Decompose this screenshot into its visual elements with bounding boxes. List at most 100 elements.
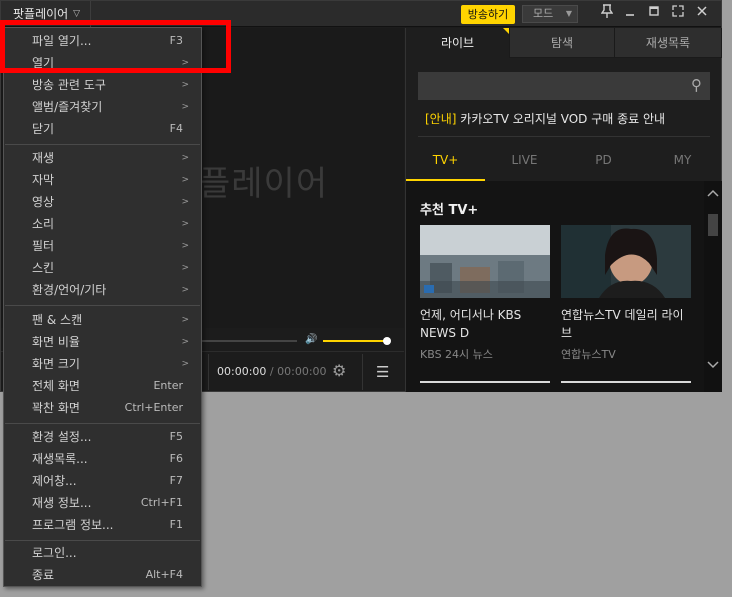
menu-item-shortcut: F6 — [169, 452, 183, 465]
video-card[interactable]: 연합뉴스TV 데일리 라이브 연합뉴스TV — [561, 225, 691, 362]
menu-item-label: 화면 크기 — [32, 357, 80, 371]
submenu-arrow-icon: > — [181, 263, 189, 273]
chevron-down-icon: ▽ — [73, 9, 80, 19]
notice-tag: [안내] — [425, 112, 457, 126]
menu-item-label: 팬 & 스캔 — [32, 313, 83, 327]
menu-item-control-panel[interactable]: 제어창... F7 — [4, 470, 201, 492]
video-card[interactable]: 언제, 어디서나 KBS NEWS D KBS 24시 뉴스 — [420, 225, 550, 362]
menu-item-label: 로그인... — [32, 546, 77, 560]
app-menu-button[interactable]: 팟플레이어 ▽ — [1, 1, 91, 27]
menu-item-open[interactable]: 열기 > — [4, 52, 201, 74]
thumbnail[interactable] — [561, 225, 691, 298]
menu-item-screen-size[interactable]: 화면 크기 > — [4, 353, 201, 375]
menu-item-open-file[interactable]: 파일 열기... F3 — [4, 30, 201, 52]
divider — [418, 136, 710, 137]
menu-item-label: 종료 — [32, 568, 55, 582]
subtab-live[interactable]: LIVE — [485, 145, 564, 181]
menu-item-subtitles[interactable]: 자막 > — [4, 169, 201, 191]
menu-item-label: 앨범/즐겨찾기 — [32, 100, 103, 114]
thumbnail[interactable] — [420, 225, 550, 298]
menu-item-video[interactable]: 영상 > — [4, 191, 201, 213]
app-menu-label: 팟플레이어 — [13, 7, 69, 21]
menu-item-album-favorites[interactable]: 앨범/즐겨찾기 > — [4, 96, 201, 118]
menu-item-label: 방송 관련 도구 — [32, 78, 106, 92]
menu-item-fullscreen[interactable]: 전체 화면 Enter — [4, 375, 201, 397]
fullscreen-icon[interactable] — [668, 4, 688, 24]
gear-icon[interactable]: ⚙ — [332, 361, 346, 380]
menu-item-shortcut: Enter — [153, 379, 183, 392]
menu-item-label: 필터 — [32, 239, 55, 253]
scroll-thumb[interactable] — [708, 214, 718, 236]
panel-tabs: 라이브 탐색 재생목록 — [406, 28, 722, 58]
card-title: 언제, 어디서나 KBS NEWS D — [420, 308, 522, 340]
notice-text: 카카오TV 오리지널 VOD 구매 종료 안내 — [460, 112, 666, 126]
seek-track[interactable] — [201, 340, 297, 342]
volume-slider[interactable] — [323, 340, 387, 342]
menu-item-env-lang[interactable]: 환경/언어/기타 > — [4, 279, 201, 301]
dropdown-arrow-icon: ▼ — [565, 9, 572, 18]
menu-item-about[interactable]: 프로그램 정보... F1 — [4, 514, 201, 536]
menu-item-close[interactable]: 닫기 F4 — [4, 118, 201, 140]
menu-item-audio[interactable]: 소리 > — [4, 213, 201, 235]
subtab-pd[interactable]: PD — [564, 145, 643, 181]
menu-item-label: 전체 화면 — [32, 379, 80, 393]
submenu-arrow-icon: > — [181, 241, 189, 251]
menu-separator — [5, 144, 200, 145]
menu-item-fill-screen[interactable]: 꽉찬 화면 Ctrl+Enter — [4, 397, 201, 419]
menu-item-shortcut: F4 — [169, 122, 183, 135]
menu-item-label: 꽉찬 화면 — [32, 401, 80, 415]
search-input[interactable]: ⚲ — [418, 72, 710, 100]
menu-item-shortcut: Alt+F4 — [145, 568, 183, 581]
scroll-up-icon[interactable] — [707, 189, 719, 200]
playlist-menu-icon[interactable]: ☰ — [376, 363, 389, 381]
subtab-tvplus[interactable]: TV+ — [406, 145, 485, 181]
menu-item-exit[interactable]: 종료 Alt+F4 — [4, 564, 201, 586]
submenu-arrow-icon: > — [181, 80, 189, 90]
notice-link[interactable]: [안내] 카카오TV 오리지널 VOD 구매 종료 안내 — [425, 110, 665, 127]
player-watermark: 플레이어 — [199, 164, 329, 204]
menu-item-label: 파일 열기... — [32, 34, 92, 48]
submenu-arrow-icon: > — [181, 153, 189, 163]
submenu-arrow-icon: > — [181, 197, 189, 207]
menu-item-label: 제어창... — [32, 474, 77, 488]
tab-playlist[interactable]: 재생목록 — [615, 28, 722, 58]
menu-item-playlist[interactable]: 재생목록... F6 — [4, 448, 201, 470]
menu-item-shortcut: F7 — [169, 474, 183, 487]
divider — [362, 354, 363, 390]
menu-item-label: 재생 — [32, 151, 55, 165]
tab-explore[interactable]: 탐색 — [510, 28, 615, 58]
broadcast-button[interactable]: 방송하기 — [461, 5, 515, 24]
time-total: 00:00:00 — [277, 365, 327, 378]
card-divider — [420, 381, 550, 383]
menu-item-broadcast-tools[interactable]: 방송 관련 도구 > — [4, 74, 201, 96]
menu-item-playback[interactable]: 재생 > — [4, 147, 201, 169]
close-icon[interactable] — [692, 4, 712, 24]
menu-item-pan-scan[interactable]: 팬 & 스캔 > — [4, 309, 201, 331]
menu-item-preferences[interactable]: 환경 설정... F5 — [4, 426, 201, 448]
menu-item-label: 환경/언어/기타 — [32, 283, 107, 297]
side-panel: 라이브 탐색 재생목록 ⚲ [안내] 카카오TV 오리지널 VOD 구매 종료 … — [405, 28, 722, 392]
tab-live[interactable]: 라이브 — [406, 28, 510, 58]
mode-label: 모드 — [533, 7, 554, 20]
menu-item-login[interactable]: 로그인... — [4, 542, 201, 564]
minimize-icon[interactable] — [620, 4, 640, 24]
submenu-arrow-icon: > — [181, 359, 189, 369]
submenu-arrow-icon: > — [181, 58, 189, 68]
menu-item-label: 스킨 — [32, 261, 55, 275]
pin-icon[interactable] — [597, 4, 617, 24]
volume-icon[interactable]: 🔊 — [305, 334, 317, 345]
menu-item-filters[interactable]: 필터 > — [4, 235, 201, 257]
scrollbar[interactable] — [704, 181, 722, 392]
menu-item-shortcut: F5 — [169, 430, 183, 443]
scroll-down-icon[interactable] — [707, 361, 719, 372]
menu-item-playback-info[interactable]: 재생 정보... Ctrl+F1 — [4, 492, 201, 514]
volume-knob[interactable] — [383, 337, 391, 345]
menu-item-skins[interactable]: 스킨 > — [4, 257, 201, 279]
menu-item-aspect-ratio[interactable]: 화면 비율 > — [4, 331, 201, 353]
menu-item-shortcut: F1 — [169, 518, 183, 531]
card-divider — [561, 381, 691, 383]
subtab-my[interactable]: MY — [643, 145, 722, 181]
maximize-icon[interactable] — [644, 4, 664, 24]
mode-select[interactable]: 모드 ▼ — [522, 5, 578, 23]
search-icon[interactable]: ⚲ — [691, 76, 702, 94]
